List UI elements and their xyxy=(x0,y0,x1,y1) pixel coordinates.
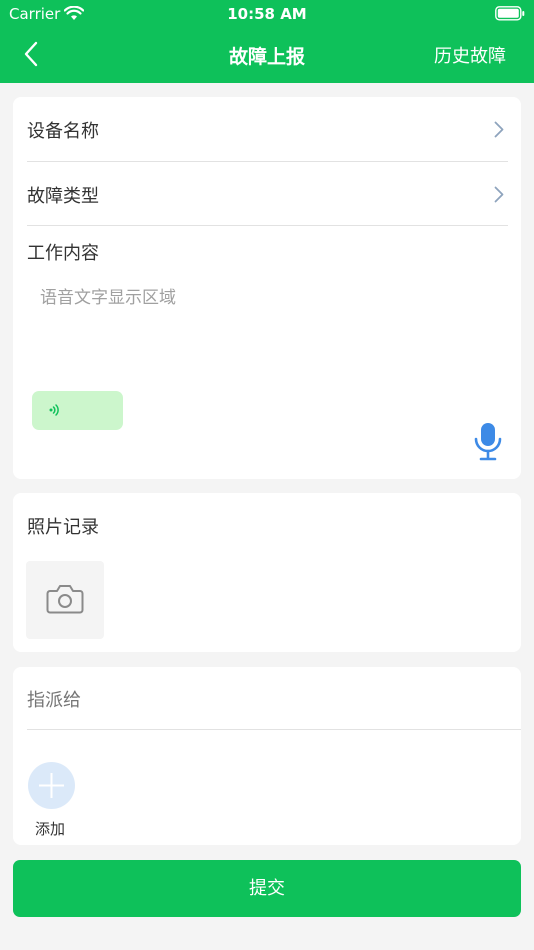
voice-text-area[interactable]: 语音文字显示区域 xyxy=(40,283,176,308)
photo-record-card: 照片记录 xyxy=(13,493,521,652)
microphone-icon[interactable] xyxy=(472,422,504,462)
fault-type-row[interactable]: 故障类型 xyxy=(27,162,508,226)
fault-form-card: 设备名称 故障类型 工作内容 语音文字显示区域 xyxy=(13,97,521,479)
fault-type-label: 故障类型 xyxy=(27,186,99,207)
chevron-right-icon xyxy=(494,186,504,203)
plus-icon xyxy=(39,773,64,798)
add-photo-button[interactable] xyxy=(26,561,104,639)
device-name-row[interactable]: 设备名称 xyxy=(27,97,508,161)
battery-icon xyxy=(495,6,525,21)
device-name-label: 设备名称 xyxy=(27,121,99,142)
back-button[interactable] xyxy=(18,39,48,69)
submit-button[interactable]: 提交 xyxy=(13,860,521,917)
status-bar: Carrier 10:58 AM xyxy=(0,0,534,28)
voice-message-bubble[interactable] xyxy=(32,391,123,430)
chevron-left-icon xyxy=(24,41,38,67)
divider xyxy=(27,729,521,730)
work-content-label: 工作内容 xyxy=(27,243,99,264)
add-assignee-button[interactable] xyxy=(28,762,75,809)
assign-card: 添加 xyxy=(13,667,521,845)
chevron-right-icon xyxy=(494,121,504,138)
add-assignee-label: 添加 xyxy=(35,820,66,838)
app-header: Carrier 10:58 AM 故障上报 历史故障 xyxy=(0,0,534,83)
photo-record-label: 照片记录 xyxy=(27,517,99,538)
divider xyxy=(27,225,508,226)
assign-to-input[interactable] xyxy=(27,685,507,715)
camera-icon xyxy=(46,585,84,614)
nav-bar: 故障上报 历史故障 xyxy=(0,28,534,83)
history-faults-button[interactable]: 历史故障 xyxy=(434,42,506,68)
status-time: 10:58 AM xyxy=(227,5,307,23)
sound-wave-icon xyxy=(49,404,59,416)
